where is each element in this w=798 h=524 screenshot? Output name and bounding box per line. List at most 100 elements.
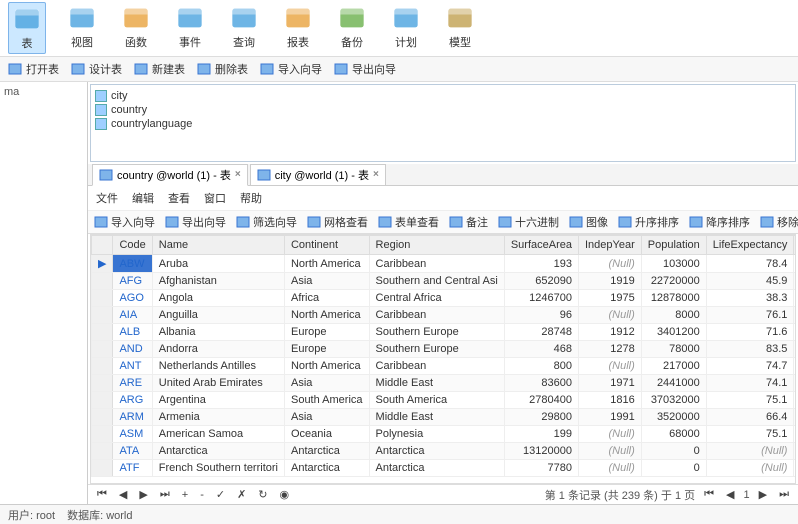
cell[interactable]: (Null) [794,460,796,477]
grid-tool[interactable]: 十六进制 [498,214,559,230]
toolbar-schedule[interactable]: 计划 [388,2,424,54]
cell[interactable]: Middle East [369,375,504,392]
cell[interactable]: Asia [284,375,369,392]
toolbar-backup[interactable]: 备份 [334,2,370,54]
cell[interactable]: 1 [794,426,796,443]
nav-delete[interactable]: - [197,489,207,501]
cell[interactable]: 76.1 [706,307,794,324]
cell[interactable]: 18 [794,409,796,426]
object-item[interactable]: city [95,89,791,103]
cell[interactable]: 103000 [641,255,706,273]
close-icon[interactable]: × [235,169,241,180]
grid-tool[interactable]: 图像 [569,214,608,230]
table-row[interactable]: AFGAfghanistanAsiaSouthern and Central A… [92,273,797,290]
cell[interactable]: 1278 [579,341,642,358]
menu-item[interactable]: 文件 [96,190,118,206]
cell[interactable]: Antarctica [369,443,504,460]
sub-item[interactable]: 删除表 [197,61,248,77]
menu-item[interactable]: 窗口 [204,190,226,206]
cell[interactable]: 83.5 [706,341,794,358]
column-header[interactable]: Population [641,236,706,255]
cell[interactable]: 22720000 [641,273,706,290]
cell[interactable]: 468 [504,341,578,358]
table-row[interactable]: ATAAntarcticaAntarcticaAntarctica1312000… [92,443,797,460]
cell[interactable]: 3520000 [641,409,706,426]
cell[interactable]: Antarctica [369,460,504,477]
cell[interactable] [794,443,796,460]
table-row[interactable]: AIAAnguillaNorth AmericaCaribbean96(Null… [92,307,797,324]
cell[interactable]: North America [284,358,369,375]
cell[interactable]: 59 [794,273,796,290]
grid-tool[interactable]: 备注 [449,214,488,230]
cell[interactable]: Angola [152,290,284,307]
column-header[interactable]: Continent [284,236,369,255]
cell[interactable]: Southern Europe [369,341,504,358]
cell[interactable]: 28748 [504,324,578,341]
cell[interactable]: Antarctica [284,460,369,477]
nav-add[interactable]: + [179,489,191,501]
cell[interactable]: Asia [284,273,369,290]
table-row[interactable]: ARMArmeniaAsiaMiddle East298001991352000… [92,409,797,426]
table-row[interactable]: ARGArgentinaSouth AmericaSouth America27… [92,392,797,409]
cell[interactable]: Polynesia [369,426,504,443]
nav-next[interactable]: ▶ [136,488,150,501]
page-first[interactable]: ⏮ [701,488,717,501]
cell[interactable]: Middle East [369,409,504,426]
grid-tool[interactable]: 移除排序 [760,214,798,230]
cell[interactable]: ATA [113,443,152,460]
cell[interactable]: 6 [794,307,796,324]
data-grid[interactable]: CodeNameContinentRegionSurfaceAreaIndepY… [90,234,796,484]
table-row[interactable]: AREUnited Arab EmiratesAsiaMiddle East83… [92,375,797,392]
cell[interactable]: AIA [113,307,152,324]
cell[interactable]: Asia [284,409,369,426]
cell[interactable]: 38.3 [706,290,794,307]
cell[interactable]: ATF [113,460,152,477]
cell[interactable]: (Null) [579,255,642,273]
cell[interactable]: Albania [152,324,284,341]
toolbar-report[interactable]: 报表 [280,2,316,54]
cell[interactable] [794,255,796,273]
cell[interactable]: Netherlands Antilles [152,358,284,375]
cell[interactable]: AGO [113,290,152,307]
cell[interactable]: (Null) [579,358,642,375]
cell[interactable]: South America [284,392,369,409]
cell[interactable]: 75.1 [706,392,794,409]
cell[interactable]: 7780 [504,460,578,477]
cell[interactable]: 193 [504,255,578,273]
cell[interactable]: (Null) [706,443,794,460]
nav-ok[interactable]: ✓ [213,488,228,501]
cell[interactable]: (Null) [579,426,642,443]
grid-tool[interactable]: 导入向导 [94,214,155,230]
grid-tool[interactable]: 升序排序 [618,214,679,230]
cell[interactable]: Caribbean [369,358,504,375]
sub-item[interactable]: 导出向导 [334,61,396,77]
cell[interactable]: ABW [113,255,152,273]
cell[interactable]: 13120000 [504,443,578,460]
object-item[interactable]: countrylanguage [95,117,791,131]
toolbar-model[interactable]: 模型 [442,2,478,54]
sub-item[interactable]: 打开表 [8,61,59,77]
cell[interactable]: 37032000 [641,392,706,409]
cell[interactable]: Argentina [152,392,284,409]
menu-item[interactable]: 编辑 [132,190,154,206]
cell[interactable]: 71.6 [706,324,794,341]
menu-item[interactable]: 帮助 [240,190,262,206]
cell[interactable]: Caribbean [369,255,504,273]
toolbar-table[interactable]: 表 [8,2,46,54]
cell[interactable]: Caribbean [369,307,504,324]
cell[interactable]: 74.7 [706,358,794,375]
cell[interactable]: North America [284,307,369,324]
toolbar-event[interactable]: 事件 [172,2,208,54]
cell[interactable]: 68000 [641,426,706,443]
cell[interactable]: AND [113,341,152,358]
grid-tool[interactable]: 降序排序 [689,214,750,230]
cell[interactable]: 379 [794,375,796,392]
cell[interactable]: (Null) [579,460,642,477]
nav-cancel[interactable]: ✗ [234,488,249,501]
cell[interactable]: (Null) [579,443,642,460]
cell[interactable]: Africa [284,290,369,307]
cell[interactable]: 800 [504,358,578,375]
grid-tool[interactable]: 导出向导 [165,214,226,230]
cell[interactable]: North America [284,255,369,273]
cell[interactable]: Southern Europe [369,324,504,341]
